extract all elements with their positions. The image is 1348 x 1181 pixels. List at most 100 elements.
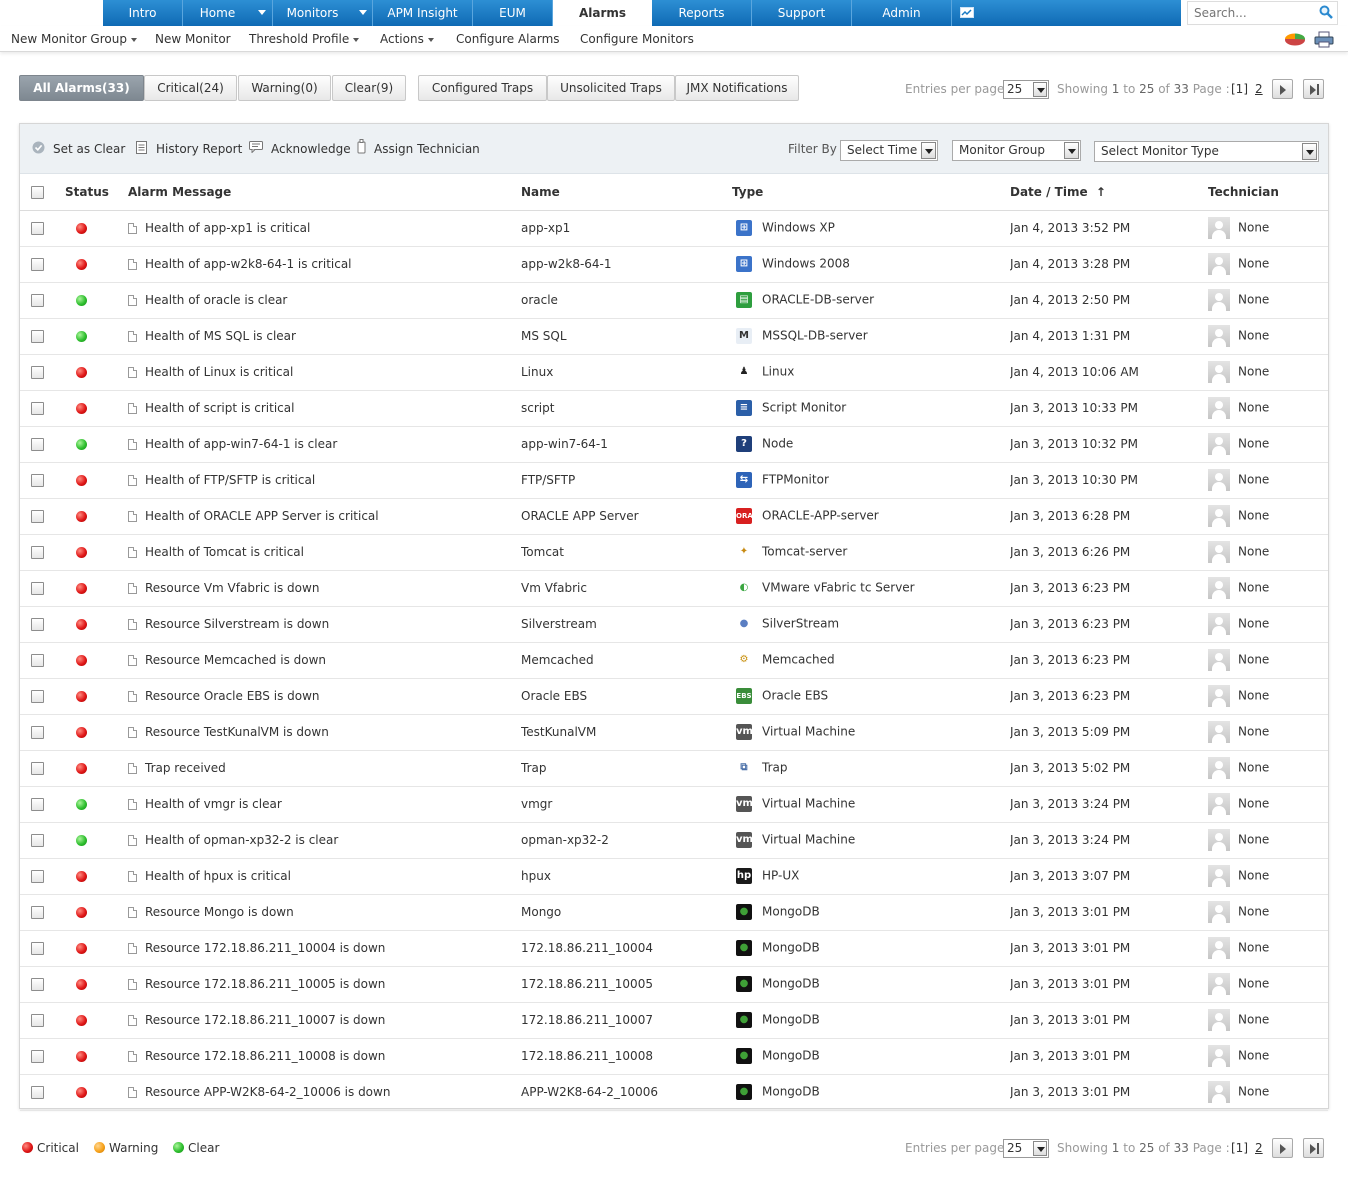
technician-name[interactable]: None xyxy=(1238,221,1269,235)
row-checkbox[interactable] xyxy=(31,222,44,235)
row-checkbox[interactable] xyxy=(31,582,44,595)
technician-name[interactable]: None xyxy=(1238,617,1269,631)
row-checkbox[interactable] xyxy=(31,690,44,703)
tab-monitors[interactable]: Monitors xyxy=(273,0,373,26)
row-checkbox[interactable] xyxy=(31,618,44,631)
technician-name[interactable]: None xyxy=(1238,545,1269,559)
tab-critical[interactable]: Critical(24) xyxy=(144,75,237,101)
print-icon[interactable] xyxy=(1314,31,1334,48)
row-checkbox[interactable] xyxy=(31,438,44,451)
last-page-button[interactable] xyxy=(1303,79,1324,99)
alarm-message-link[interactable]: Health of script is critical xyxy=(145,401,294,415)
alarm-message-link[interactable]: Health of hpux is critical xyxy=(145,869,291,883)
table-row[interactable]: Health of script is critical script ≡ Scrip… xyxy=(20,390,1328,427)
table-row[interactable]: Health of MS SQL is clear MS SQL M MSSQL-DB… xyxy=(20,318,1328,355)
row-checkbox[interactable] xyxy=(31,870,44,883)
table-row[interactable]: Resource Silverstream is down Silverstrea… xyxy=(20,606,1328,643)
row-checkbox[interactable] xyxy=(31,798,44,811)
alarm-message-link[interactable]: Resource Memcached is down xyxy=(145,653,326,667)
row-checkbox[interactable] xyxy=(31,330,44,343)
table-row[interactable]: Resource 172.18.86.211_10004 is down 172.… xyxy=(20,930,1328,967)
row-checkbox[interactable] xyxy=(31,1014,44,1027)
row-checkbox[interactable] xyxy=(31,654,44,667)
table-row[interactable]: Health of vmgr is clear vmgr vm Virtual Mac… xyxy=(20,786,1328,823)
table-row[interactable]: Health of app-w2k8-64-1 is critical app-w… xyxy=(20,246,1328,283)
technician-name[interactable]: None xyxy=(1238,977,1269,991)
technician-name[interactable]: None xyxy=(1238,293,1269,307)
entries-per-page-select[interactable]: 25 xyxy=(1003,1139,1049,1158)
history-report-button[interactable]: History Report xyxy=(156,142,242,156)
row-checkbox[interactable] xyxy=(31,1050,44,1063)
row-checkbox[interactable] xyxy=(31,906,44,919)
alarm-message-link[interactable]: Resource Mongo is down xyxy=(145,905,294,919)
technician-name[interactable]: None xyxy=(1238,401,1269,415)
alarm-message-link[interactable]: Resource 172.18.86.211_10007 is down xyxy=(145,1013,385,1027)
table-row[interactable]: Health of app-xp1 is critical app-xp1 ⊞ Win… xyxy=(20,210,1328,247)
set-as-clear-button[interactable]: Set as Clear xyxy=(53,142,125,156)
technician-name[interactable]: None xyxy=(1238,761,1269,775)
tab-all-alarms[interactable]: All Alarms(33) xyxy=(19,75,144,101)
date-time-header[interactable]: Date / Time ↑ xyxy=(1010,174,1208,211)
alarm-message-link[interactable]: Health of app-win7-64-1 is clear xyxy=(145,437,337,451)
select-all-checkbox[interactable] xyxy=(31,185,44,199)
technician-name[interactable]: None xyxy=(1238,1013,1269,1027)
row-checkbox[interactable] xyxy=(31,510,44,523)
tab-reports[interactable]: Reports xyxy=(652,0,752,26)
row-checkbox[interactable] xyxy=(31,474,44,487)
technician-header[interactable]: Technician xyxy=(1208,174,1328,211)
technician-name[interactable]: None xyxy=(1238,869,1269,883)
tab-clear[interactable]: Clear(9) xyxy=(332,75,406,101)
technician-name[interactable]: None xyxy=(1238,257,1269,271)
alarm-message-link[interactable]: Resource Vm Vfabric is down xyxy=(145,581,319,595)
technician-name[interactable]: None xyxy=(1238,689,1269,703)
row-checkbox[interactable] xyxy=(31,942,44,955)
select-time-dropdown[interactable]: Select Time xyxy=(840,140,938,161)
table-row[interactable]: Resource Mongo is down Mongo ● MongoDB Jan 3… xyxy=(20,894,1328,931)
row-checkbox[interactable] xyxy=(31,978,44,991)
tab-configured-traps[interactable]: Configured Traps xyxy=(418,75,547,101)
table-row[interactable]: Trap received Trap ⧉ Trap Jan 3, 2013 5:02 P… xyxy=(20,750,1328,787)
row-checkbox[interactable] xyxy=(31,402,44,415)
actions-menu[interactable]: Actions xyxy=(380,32,434,46)
row-checkbox[interactable] xyxy=(31,762,44,775)
alarm-message-link[interactable]: Health of app-w2k8-64-1 is critical xyxy=(145,257,352,271)
row-checkbox[interactable] xyxy=(31,834,44,847)
alarm-message-link[interactable]: Health of FTP/SFTP is critical xyxy=(145,473,315,487)
alarm-message-link[interactable]: Health of opman-xp32-2 is clear xyxy=(145,833,338,847)
table-row[interactable]: Health of Linux is critical Linux ♟ Linux Ja… xyxy=(20,354,1328,391)
alarm-message-link[interactable]: Resource APP-W2K8-64-2_10006 is down xyxy=(145,1085,390,1099)
last-page-button[interactable] xyxy=(1303,1138,1324,1158)
alarm-message-link[interactable]: Health of app-xp1 is critical xyxy=(145,221,310,235)
technician-name[interactable]: None xyxy=(1238,581,1269,595)
tab-intro[interactable]: Intro xyxy=(103,0,183,26)
technician-name[interactable]: None xyxy=(1238,1049,1269,1063)
tab-apm-insight[interactable]: APM Insight xyxy=(373,0,473,26)
alarm-message-link[interactable]: Resource 172.18.86.211_10008 is down xyxy=(145,1049,385,1063)
configure-alarms-link[interactable]: Configure Alarms xyxy=(456,32,560,46)
monitor-group-dropdown[interactable]: Monitor Group xyxy=(952,140,1081,161)
tab-eum[interactable]: EUM xyxy=(473,0,553,26)
table-row[interactable]: Health of FTP/SFTP is critical FTP/SFTP ⇆ F… xyxy=(20,462,1328,499)
assign-technician-button[interactable]: Assign Technician xyxy=(374,142,480,156)
status-header[interactable]: Status xyxy=(56,174,128,211)
table-row[interactable]: Health of opman-xp32-2 is clear opman-xp3… xyxy=(20,822,1328,859)
alarm-message-link[interactable]: Health of oracle is clear xyxy=(145,293,287,307)
tab-admin[interactable]: Admin xyxy=(852,0,952,26)
alarm-message-link[interactable]: Resource TestKunalVM is down xyxy=(145,725,329,739)
technician-name[interactable]: None xyxy=(1238,473,1269,487)
page-2-link[interactable]: 2 xyxy=(1255,1141,1263,1155)
row-checkbox[interactable] xyxy=(31,258,44,271)
type-header[interactable]: Type xyxy=(732,174,1010,211)
next-page-button[interactable] xyxy=(1272,1138,1293,1158)
notification-icon[interactable] xyxy=(960,7,974,18)
next-page-button[interactable] xyxy=(1272,79,1293,99)
table-row[interactable]: Health of app-win7-64-1 is clear app-win7… xyxy=(20,426,1328,463)
alarm-message-link[interactable]: Resource Silverstream is down xyxy=(145,617,329,631)
pie-chart-icon[interactable] xyxy=(1284,32,1306,46)
acknowledge-button[interactable]: Acknowledge xyxy=(271,142,351,156)
alarm-message-link[interactable]: Resource Oracle EBS is down xyxy=(145,689,320,703)
alarm-message-link[interactable]: Health of MS SQL is clear xyxy=(145,329,296,343)
table-row[interactable]: Health of Tomcat is critical Tomcat ✦ Tomca… xyxy=(20,534,1328,571)
configure-monitors-link[interactable]: Configure Monitors xyxy=(580,32,694,46)
table-row[interactable]: Resource APP-W2K8-64-2_10006 is down APP-… xyxy=(20,1074,1328,1111)
